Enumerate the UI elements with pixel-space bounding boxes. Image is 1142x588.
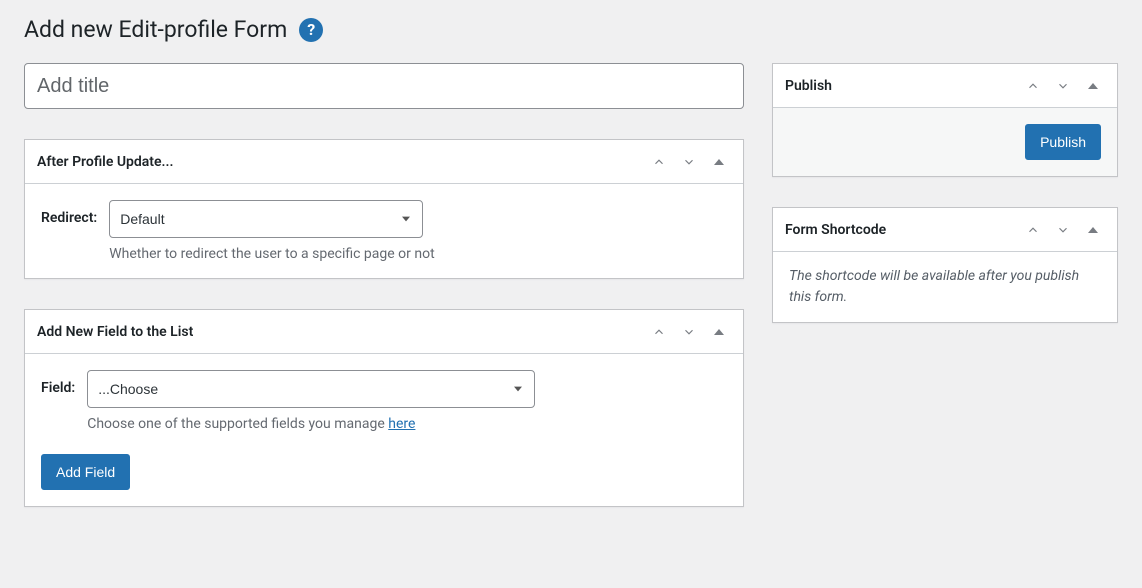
chevron-down-icon <box>1056 79 1070 93</box>
page-title: Add new Edit-profile Form <box>24 16 287 43</box>
chevron-up-icon <box>652 155 666 169</box>
after-profile-update-title: After Profile Update... <box>37 154 173 170</box>
chevron-up-icon <box>652 325 666 339</box>
toggle-panel-button[interactable] <box>707 150 731 174</box>
move-up-button[interactable] <box>1021 218 1045 242</box>
chevron-up-icon <box>1026 223 1040 237</box>
after-profile-update-box: After Profile Update... Redirect: <box>24 139 744 279</box>
caret-up-icon <box>714 329 724 335</box>
publish-button[interactable]: Publish <box>1025 124 1101 160</box>
toggle-panel-button[interactable] <box>707 320 731 344</box>
field-description: Choose one of the supported fields you m… <box>87 416 535 432</box>
publish-box-title: Publish <box>785 78 832 94</box>
add-new-field-title: Add New Field to the List <box>37 324 193 340</box>
form-shortcode-title: Form Shortcode <box>785 222 886 238</box>
redirect-select[interactable]: Default <box>109 200 423 238</box>
form-shortcode-box: Form Shortcode The shortcode will be ava… <box>772 207 1118 323</box>
caret-up-icon <box>714 159 724 165</box>
toggle-panel-button[interactable] <box>1081 218 1105 242</box>
add-new-field-box: Add New Field to the List Field: <box>24 309 744 507</box>
chevron-up-icon <box>1026 79 1040 93</box>
redirect-description: Whether to redirect the user to a specif… <box>109 246 434 262</box>
field-select[interactable]: ...Choose <box>87 370 535 408</box>
move-down-button[interactable] <box>677 150 701 174</box>
help-icon[interactable]: ? <box>299 18 323 42</box>
chevron-down-icon <box>682 155 696 169</box>
caret-up-icon <box>1088 227 1098 233</box>
chevron-down-icon <box>1056 223 1070 237</box>
caret-up-icon <box>1088 83 1098 89</box>
redirect-label: Redirect: <box>41 200 97 226</box>
shortcode-note: The shortcode will be available after yo… <box>789 266 1101 308</box>
publish-box: Publish Publish <box>772 63 1118 177</box>
move-up-button[interactable] <box>647 320 671 344</box>
field-label: Field: <box>41 370 75 396</box>
move-up-button[interactable] <box>647 150 671 174</box>
move-down-button[interactable] <box>1051 218 1075 242</box>
move-up-button[interactable] <box>1021 74 1045 98</box>
add-field-button[interactable]: Add Field <box>41 454 130 490</box>
move-down-button[interactable] <box>1051 74 1075 98</box>
title-input[interactable] <box>24 63 744 109</box>
toggle-panel-button[interactable] <box>1081 74 1105 98</box>
chevron-down-icon <box>682 325 696 339</box>
move-down-button[interactable] <box>677 320 701 344</box>
manage-fields-link[interactable]: here <box>388 416 415 432</box>
